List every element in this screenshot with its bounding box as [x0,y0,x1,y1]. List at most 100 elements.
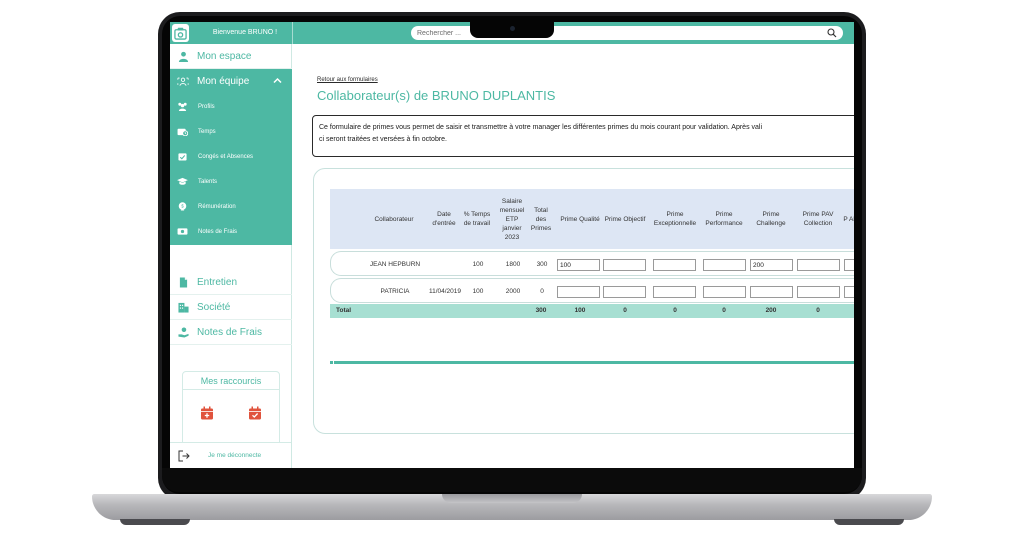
cell-temps: 100 [472,288,484,295]
total-qualite: 100 [574,307,586,314]
submenu-label: Talents [198,178,218,185]
prime-pav-input[interactable] [797,286,840,298]
welcome-text: Bienvenue BRUNO ! [212,29,278,36]
calendar-add-icon[interactable] [200,406,214,420]
sidebar-item-mon-espace[interactable]: Mon espace [170,44,292,69]
col-abo: P Abo [843,215,854,223]
col-qualite: Prime Qualité [560,215,600,223]
prime-pav-input[interactable] [797,259,840,271]
primes-table-panel: Collaborateur Date d'entrée % Temps de t… [313,168,854,434]
sidebar-item-notes-de-frais[interactable]: Notes de Frais [170,320,292,345]
horizontal-scrollbar[interactable] [334,361,854,364]
logout-button[interactable]: Je me déconnecte [170,442,291,468]
submenu-item-remuneration[interactable]: $ Rémunération [170,194,292,219]
sidebar-item-mon-equipe[interactable]: Mon équipe [170,69,292,94]
camera-notch [470,21,554,38]
graduation-cap-icon [177,177,188,187]
submenu-label: Congés et Absences [198,153,254,160]
table-header: Collaborateur Date d'entrée % Temps de t… [330,189,854,249]
logout-icon [178,450,190,461]
submenu-item-talents[interactable]: Talents [170,169,292,194]
calendar-check-icon[interactable] [248,406,262,420]
laptop-mockup: Bienvenue BRUNO ! Mon espace [0,0,1024,536]
prime-exceptionnelle-input[interactable] [653,286,696,298]
app-logo[interactable] [172,24,189,42]
money-icon: $ [177,202,188,212]
profiles-icon [177,102,188,112]
cell-date [429,252,461,277]
receipt-icon [177,227,188,237]
submenu-item-profils[interactable]: Profils [170,94,292,119]
back-to-forms-link[interactable]: Retour aux formulaires [317,77,378,83]
team-submenu: Profils Temps Congés et Absences Talents… [170,94,292,245]
laptop-chin [162,468,862,492]
table-row: JEAN HEPBURN 100 1800 300 [330,251,854,276]
prime-objectif-input[interactable] [603,259,646,271]
team-icon [177,76,189,88]
cell-salaire: 1800 [505,261,521,268]
prime-performance-input[interactable] [703,259,746,271]
prime-challenge-input[interactable] [750,286,793,298]
total-primes: 300 [535,307,547,314]
col-exceptionnelle: Prime Exceptionnelle [653,211,697,227]
laptop-base-notch [442,494,582,503]
submenu-item-temps[interactable]: Temps [170,119,292,144]
total-performance: 0 [722,307,726,314]
main-content: Retour aux formulaires Collaborateur(s) … [293,44,854,468]
sidebar: Mon espace Mon équipe Profils Temps Cong… [170,44,292,468]
info-notice: Ce formulaire de primes vous permet de s… [312,115,854,157]
col-challenge: Prime Challenge [756,211,786,227]
hand-money-icon [177,326,189,338]
prime-challenge-input[interactable] [750,259,793,271]
submenu-label: Rémunération [198,203,236,210]
col-objectif: Prime Objectif [604,215,646,223]
prime-abo-input[interactable] [844,259,854,271]
col-total: Total des Primes [530,206,552,232]
cell-name: PATRICIA [380,288,410,295]
search-icon[interactable] [827,28,837,38]
prime-qualite-input[interactable] [557,286,600,298]
submenu-label: Notes de Frais [198,228,238,235]
table-total-row: Total 300 100 0 0 0 200 0 [330,304,854,318]
cell-total: 300 [536,261,548,268]
time-icon [177,127,188,137]
search-input[interactable] [417,26,477,40]
prime-abo-input[interactable] [844,286,854,298]
prime-objectif-input[interactable] [603,286,646,298]
col-salaire: Salaire mensuel ETP janvier 2023 [499,197,525,241]
submenu-item-notes-de-frais[interactable]: Notes de Frais [170,219,292,244]
submenu-item-conges[interactable]: Congés et Absences [170,144,292,169]
cell-total: 0 [540,288,544,295]
chevron-up-icon[interactable] [273,76,282,85]
app-screen: Bienvenue BRUNO ! Mon espace [170,22,854,468]
sidebar-item-label: Mon espace [197,50,252,62]
prime-exceptionnelle-input[interactable] [653,259,696,271]
sidebar-item-label: Entretien [197,276,238,288]
total-exceptionnelle: 0 [673,307,677,314]
submenu-label: Profils [198,103,215,110]
total-pav: 0 [816,307,820,314]
building-icon [177,301,189,313]
col-date: Date d'entrée [432,211,456,227]
cell-date: 11/04/2019 [428,288,462,295]
notice-line-2: ci seront traitées et versées à fin octo… [319,136,448,143]
sidebar-item-entretien[interactable]: Entretien [170,270,292,295]
page-title: Collaborateur(s) de BRUNO DUPLANTIS [317,88,556,103]
prime-qualite-input[interactable] [557,259,600,271]
col-collaborateur: Collaborateur [374,215,414,223]
sidebar-item-label: Notes de Frais [197,326,263,338]
cell-salaire: 2000 [505,288,521,295]
sidebar-item-societe[interactable]: Société [170,295,292,320]
shortcuts-title: Mes raccourcis [183,372,279,390]
total-objectif: 0 [623,307,627,314]
col-temps: % Temps de travail [463,211,491,227]
sidebar-item-label: Mon équipe [197,76,250,87]
logo-icon [174,27,187,40]
prime-performance-input[interactable] [703,286,746,298]
cell-name: JEAN HEPBURN [369,261,421,268]
total-label: Total [336,307,352,314]
total-challenge: 200 [765,307,777,314]
table-row: PATRICIA 11/04/2019 100 2000 0 [330,278,854,303]
calendar-check-icon [177,152,188,162]
cell-temps: 100 [472,261,484,268]
